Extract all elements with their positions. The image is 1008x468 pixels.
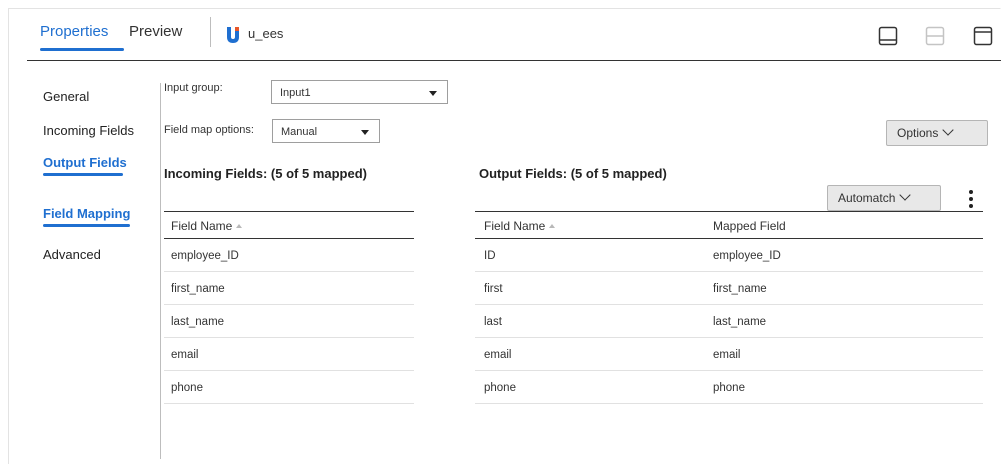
mapped-field-cell: employee_ID xyxy=(713,250,781,262)
field-name-cell: last_name xyxy=(171,316,225,328)
column-header-mapped-field[interactable]: Mapped Field xyxy=(713,219,786,233)
table-row[interactable]: email email xyxy=(475,338,983,371)
column-header-field-name[interactable]: Field Name xyxy=(171,219,243,233)
field-name-cell: ID xyxy=(484,250,496,262)
table-row[interactable]: last_name xyxy=(164,305,414,338)
object-name: u_ees xyxy=(248,26,284,41)
table-row[interactable]: email xyxy=(164,338,414,371)
nav-item-general[interactable]: General xyxy=(43,89,89,104)
nav-item-field-mapping[interactable]: Field Mapping xyxy=(43,206,130,221)
caret-down-icon xyxy=(361,130,369,135)
more-options-icon[interactable] xyxy=(968,190,974,210)
mapped-field-cell: phone xyxy=(713,382,745,394)
options-button-label: Options xyxy=(897,126,939,140)
sort-ascending-icon xyxy=(549,224,556,228)
nav-item-advanced[interactable]: Advanced xyxy=(43,247,101,262)
properties-panel: Properties Preview u_ees General Incomin… xyxy=(8,8,1001,464)
field-name-cell: last xyxy=(484,316,502,328)
field-map-options-value: Manual xyxy=(281,126,318,138)
table-header: Field Name xyxy=(164,211,414,239)
table-header: Field Name Mapped Field xyxy=(475,211,983,239)
panel-bottom-icon[interactable] xyxy=(878,26,898,46)
chevron-down-icon xyxy=(942,124,955,136)
active-tab-indicator xyxy=(40,48,124,51)
nav-item-incoming-fields[interactable]: Incoming Fields xyxy=(43,123,134,138)
column-header-field-name[interactable]: Field Name xyxy=(484,219,556,233)
input-group-value: Input1 xyxy=(280,87,311,99)
table-row[interactable]: ID employee_ID xyxy=(475,239,983,272)
header-divider xyxy=(210,17,211,47)
field-name-cell: phone xyxy=(484,382,516,394)
field-map-options-select[interactable]: Manual xyxy=(272,119,380,143)
field-map-options-label: Field map options: xyxy=(164,124,254,136)
automatch-button[interactable]: Automatch xyxy=(827,185,941,211)
panel-split-icon[interactable] xyxy=(925,26,945,46)
automatch-button-label: Automatch xyxy=(838,191,896,205)
input-group-select[interactable]: Input1 xyxy=(271,80,448,104)
options-button[interactable]: Options xyxy=(886,120,988,146)
field-name-cell: first xyxy=(484,283,503,295)
table-row[interactable]: phone xyxy=(164,371,414,404)
field-name-cell: employee_ID xyxy=(171,250,239,262)
sort-ascending-icon xyxy=(236,224,243,228)
table-row[interactable]: last last_name xyxy=(475,305,983,338)
field-name-cell: email xyxy=(171,349,199,361)
caret-down-icon xyxy=(429,91,437,96)
union-transformation-icon xyxy=(227,27,239,43)
mapped-field-cell: first_name xyxy=(713,283,767,295)
field-name-cell: first_name xyxy=(171,283,225,295)
field-name-cell: phone xyxy=(171,382,203,394)
nav-active-indicator xyxy=(43,173,123,176)
panel-top-icon[interactable] xyxy=(973,26,993,46)
input-group-label: Input group: xyxy=(164,82,223,94)
nav-divider xyxy=(160,83,161,459)
chevron-down-icon xyxy=(899,189,912,201)
table-row[interactable]: first_name xyxy=(164,272,414,305)
table-row[interactable]: first first_name xyxy=(475,272,983,305)
panel-header: Properties Preview u_ees xyxy=(27,9,1001,61)
table-row[interactable]: phone phone xyxy=(475,371,983,404)
mapped-field-cell: last_name xyxy=(713,316,767,328)
nav-item-output-fields[interactable]: Output Fields xyxy=(43,155,127,170)
table-row[interactable]: employee_ID xyxy=(164,239,414,272)
incoming-fields-title: Incoming Fields: (5 of 5 mapped) xyxy=(164,166,367,181)
tab-preview[interactable]: Preview xyxy=(129,23,182,40)
nav-active-indicator xyxy=(43,224,130,227)
mapped-field-cell: email xyxy=(713,349,741,361)
field-name-cell: email xyxy=(484,349,512,361)
tab-properties[interactable]: Properties xyxy=(40,23,108,40)
output-fields-title: Output Fields: (5 of 5 mapped) xyxy=(479,166,667,181)
